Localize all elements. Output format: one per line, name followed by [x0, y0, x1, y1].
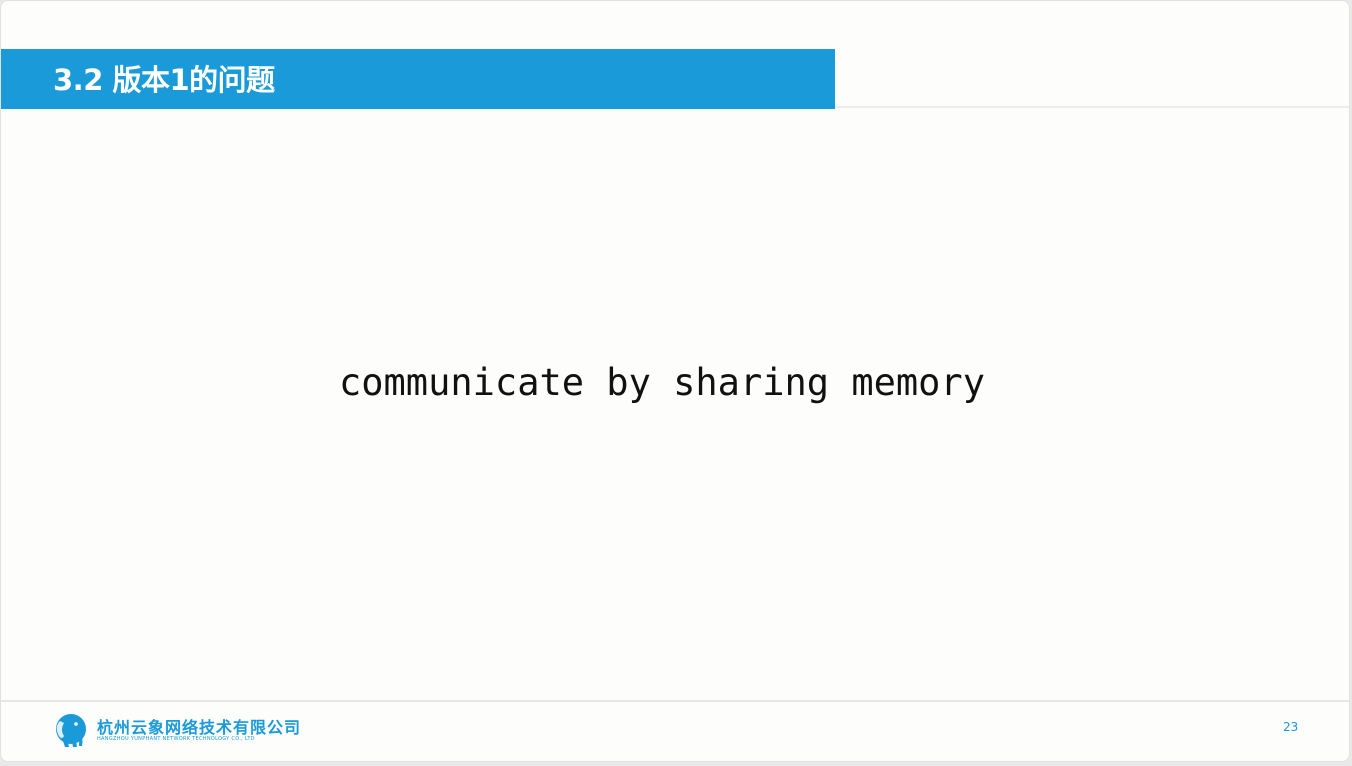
- page-number: 23: [1283, 720, 1299, 734]
- footer-divider: [1, 700, 1349, 702]
- title-bar: 3.2 版本1的问题: [1, 49, 835, 109]
- header-divider: [835, 106, 1349, 108]
- company-name-english: HANGZHOU YUNPHANT NETWORK TECHNOLOGY CO.…: [97, 736, 255, 742]
- slide: 3.2 版本1的问题 communicate by sharing memory…: [0, 0, 1350, 762]
- slide-body-text: communicate by sharing memory: [338, 361, 985, 404]
- elephant-logo-icon: [56, 714, 86, 747]
- slide-title: 3.2 版本1的问题: [53, 63, 275, 97]
- company-logo: 杭州云象网络技术有限公司 HANGZHOU YUNPHANT NETWORK T…: [51, 711, 351, 749]
- company-name: 杭州云象网络技术有限公司: [97, 718, 302, 737]
